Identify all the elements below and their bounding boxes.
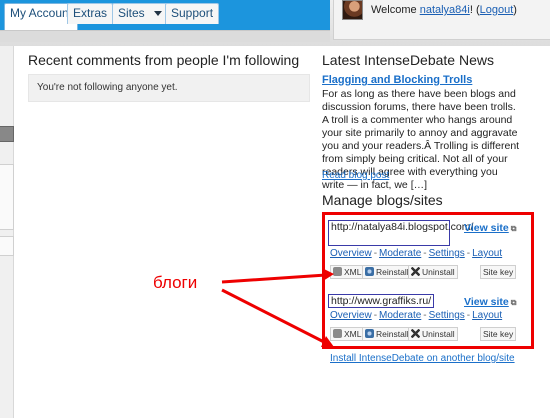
user-box: Welcome natalya84i! (Logout)	[333, 0, 550, 40]
left-sidebar-strip	[0, 46, 14, 418]
welcome-separator: ! (	[469, 4, 480, 16]
tab-sites[interactable]: Sites	[112, 3, 168, 24]
sidebar-panel	[0, 164, 14, 230]
header-bottom-strip	[0, 30, 330, 42]
sidebar-panel	[0, 236, 14, 256]
install-another-site-link[interactable]: Install IntenseDebate on another blog/si…	[330, 353, 515, 364]
recent-comments-empty: You're not following anyone yet.	[37, 82, 178, 93]
sidebar-button[interactable]	[0, 126, 14, 142]
tab-support[interactable]: Support	[165, 3, 220, 24]
annotation-label: блоги	[153, 273, 198, 292]
tab-extras[interactable]: Extras	[67, 3, 114, 24]
tab-sites-label: Sites	[118, 6, 145, 20]
welcome-text: Welcome natalya84i! (Logout)	[371, 4, 517, 16]
top-header: My Account Extras Sites Support Welcome …	[0, 0, 550, 46]
username-link[interactable]: natalya84i	[420, 4, 470, 16]
read-blog-post-link[interactable]: Read blog post	[322, 170, 389, 181]
manage-sites-title: Manage blogs/sites	[322, 192, 443, 208]
recent-comments-title: Recent comments from people I'm followin…	[28, 52, 300, 68]
avatar[interactable]	[342, 0, 363, 20]
welcome-prefix: Welcome	[371, 4, 420, 16]
welcome-suffix: )	[513, 4, 517, 16]
nav-tab-bar: My Account Extras Sites Support	[0, 0, 330, 30]
news-post-link[interactable]: Flagging and Blocking Trolls	[322, 74, 472, 86]
chevron-down-icon[interactable]	[153, 11, 162, 17]
news-title: Latest IntenseDebate News	[322, 52, 494, 68]
logout-link[interactable]: Logout	[480, 4, 514, 16]
recent-comments-box: You're not following anyone yet.	[28, 74, 310, 102]
annotation-frame	[322, 212, 534, 349]
